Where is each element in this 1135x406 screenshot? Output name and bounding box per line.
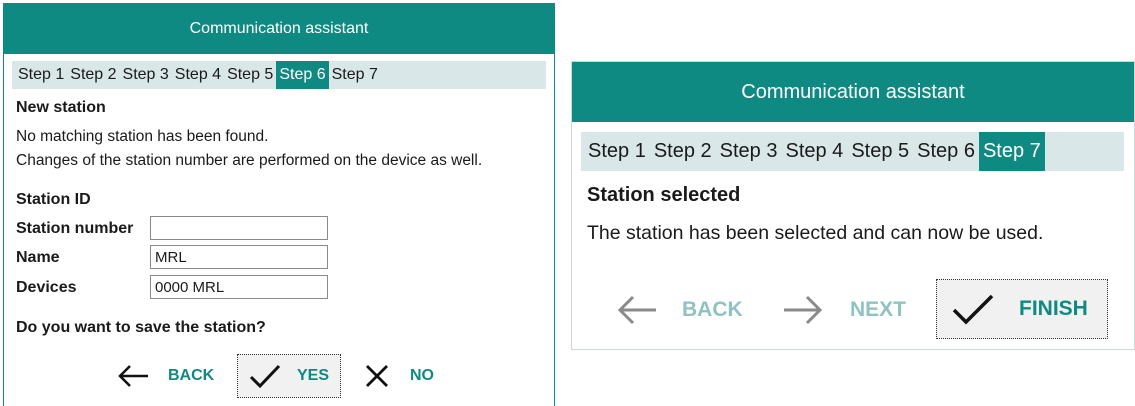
- communication-assistant-dialog-step6: Communication assistant Step 1 Step 2 St…: [3, 3, 555, 406]
- checkmark-icon: [951, 292, 995, 326]
- back-label: BACK: [682, 298, 743, 321]
- dialog-title: Communication assistant: [4, 4, 554, 54]
- tab-step-3[interactable]: Step 3: [716, 132, 782, 171]
- step-bar: Step 1 Step 2 Step 3 Step 4 Step 5 Step …: [581, 132, 1124, 171]
- tab-step-1[interactable]: Step 1: [584, 132, 650, 171]
- next-label: NEXT: [850, 298, 907, 321]
- arrow-left-icon: [116, 364, 150, 388]
- station-id-heading: Station ID: [16, 191, 91, 208]
- finish-button[interactable]: FINISH: [936, 279, 1108, 339]
- name-input[interactable]: [150, 245, 328, 269]
- communication-assistant-dialog-step7: Communication assistant Step 1 Step 2 St…: [571, 61, 1135, 350]
- tab-step-7[interactable]: Step 7: [329, 61, 381, 89]
- back-label: BACK: [168, 367, 215, 384]
- station-number-input[interactable]: [150, 216, 328, 240]
- no-button[interactable]: NO: [364, 356, 434, 396]
- devices-label: Devices: [16, 279, 77, 296]
- next-button[interactable]: NEXT: [782, 287, 906, 333]
- name-label: Name: [16, 249, 60, 266]
- step-bar: Step 1 Step 2 Step 3 Step 4 Step 5 Step …: [12, 61, 546, 89]
- tab-step-2[interactable]: Step 2: [650, 132, 716, 171]
- devices-input[interactable]: [150, 275, 328, 299]
- back-button[interactable]: BACK: [116, 356, 214, 396]
- yes-button[interactable]: YES: [237, 354, 341, 398]
- arrow-left-icon: [616, 295, 658, 325]
- checkmark-icon: [248, 362, 282, 390]
- tab-step-2[interactable]: Step 2: [67, 61, 119, 89]
- tab-step-3[interactable]: Step 3: [120, 61, 172, 89]
- back-button[interactable]: BACK: [616, 287, 743, 333]
- section-heading: New station: [16, 99, 106, 116]
- close-icon: [364, 363, 390, 389]
- info-text: The station has been selected and can no…: [587, 222, 1044, 244]
- save-question: Do you want to save the station?: [16, 319, 266, 336]
- info-text-1: No matching station has been found.: [16, 128, 269, 145]
- tab-step-4[interactable]: Step 4: [172, 61, 224, 89]
- section-heading: Station selected: [587, 184, 741, 206]
- info-text-2: Changes of the station number are perfor…: [16, 152, 483, 169]
- arrow-right-icon: [782, 295, 824, 325]
- station-number-label: Station number: [16, 220, 134, 237]
- dialog-title: Communication assistant: [572, 62, 1134, 122]
- tab-step-5[interactable]: Step 5: [224, 61, 276, 89]
- no-label: NO: [410, 367, 434, 384]
- tab-step-6[interactable]: Step 6: [913, 132, 979, 171]
- tab-step-6[interactable]: Step 6: [276, 61, 329, 89]
- tab-step-7[interactable]: Step 7: [978, 132, 1045, 171]
- tab-step-5[interactable]: Step 5: [847, 132, 913, 171]
- tab-step-1[interactable]: Step 1: [15, 61, 67, 89]
- finish-label: FINISH: [1019, 297, 1088, 320]
- yes-label: YES: [297, 367, 330, 384]
- tab-step-4[interactable]: Step 4: [781, 132, 847, 171]
